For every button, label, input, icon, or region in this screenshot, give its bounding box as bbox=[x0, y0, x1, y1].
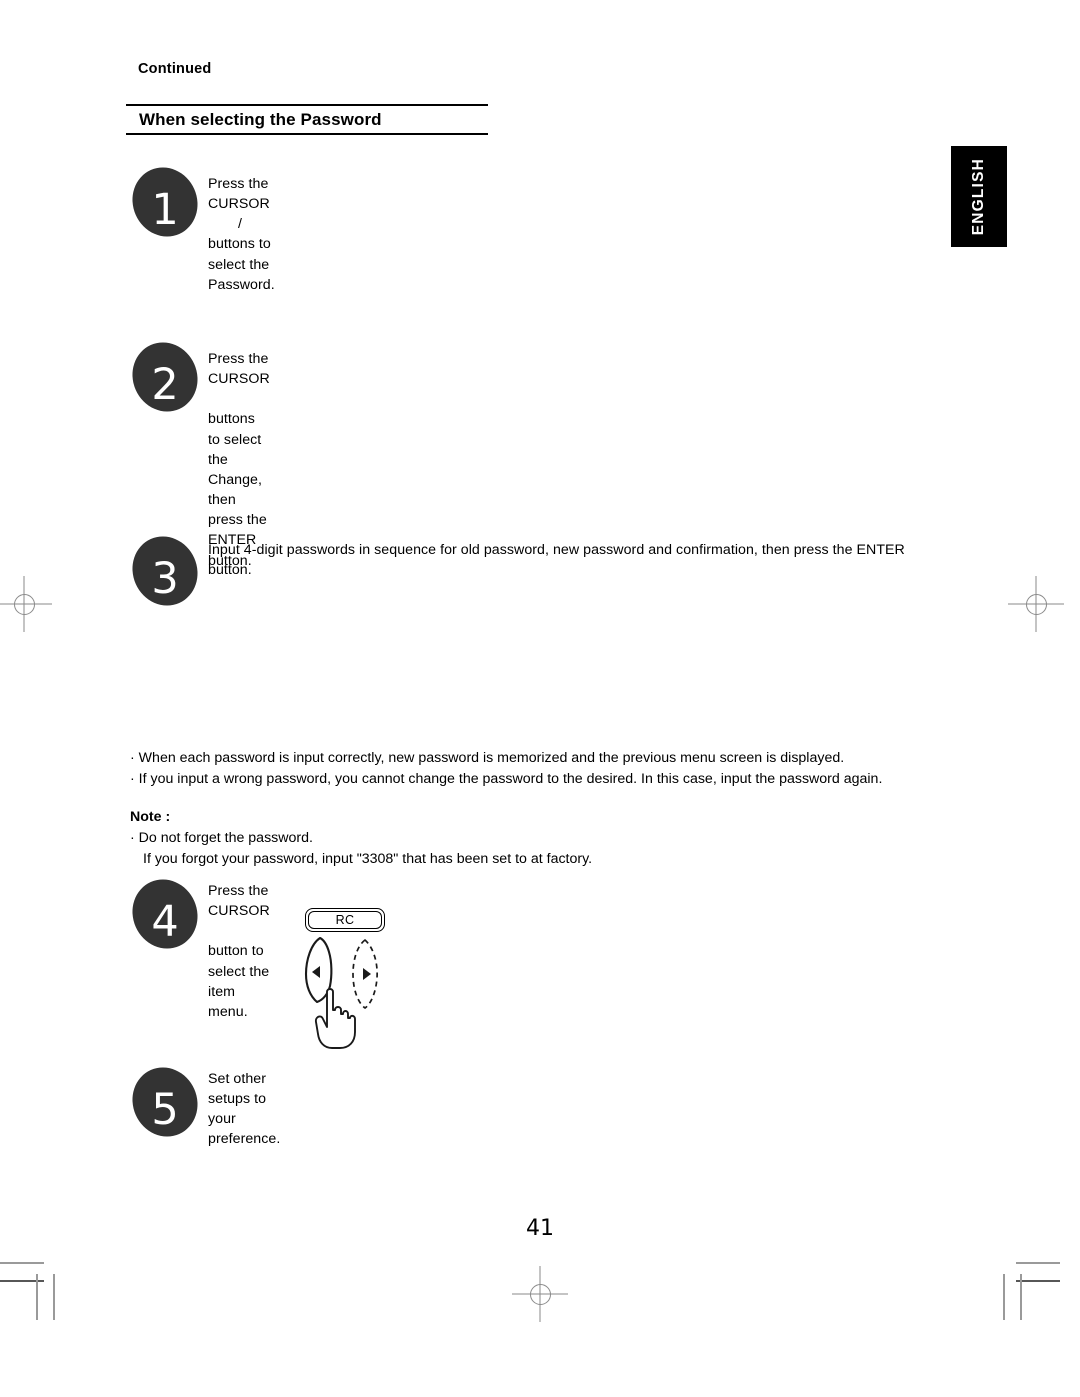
note-bullet-1: · When each password is input correctly,… bbox=[130, 750, 845, 766]
step-4-text: Press the CURSORbutton to select the ite… bbox=[208, 881, 270, 1022]
language-tab-label: ENGLISH bbox=[970, 157, 987, 236]
step-1-badge: 1 bbox=[121, 157, 209, 247]
step-2-number: 2 bbox=[151, 360, 179, 410]
step-2-text-before: Press the CURSOR bbox=[208, 351, 273, 388]
manual-page: ENGLISH Continued When selecting the Pas… bbox=[0, 0, 1080, 1397]
notes-block: · When each password is input correctly,… bbox=[130, 748, 930, 870]
crop-mark-br-v2 bbox=[1020, 1274, 1022, 1320]
step-3-text: Input 4-digit passwords in sequence for … bbox=[208, 542, 909, 579]
section-rule-bottom bbox=[126, 132, 488, 136]
step-5-badge: 5 bbox=[121, 1057, 209, 1147]
language-tab: ENGLISH bbox=[951, 146, 1007, 247]
crop-mark-bl-v2 bbox=[53, 1274, 55, 1320]
page-number: 41 bbox=[526, 1216, 554, 1241]
step-1-number: 1 bbox=[151, 185, 179, 235]
note-line-2: If you forgot your password, input "3308… bbox=[143, 851, 593, 868]
step-3-number: 3 bbox=[151, 554, 179, 604]
step-1-text-before: Press the CURSOR bbox=[208, 176, 273, 213]
registration-mark-right bbox=[1008, 576, 1064, 632]
rc-label-box: RC bbox=[305, 908, 385, 932]
rc-diagram: RC bbox=[295, 908, 415, 1050]
reg-circle bbox=[13, 593, 35, 615]
reg-circle bbox=[1025, 593, 1047, 615]
step-2-text: Press the CURSORbuttons to select the Ch… bbox=[208, 349, 270, 571]
step-4-number: 4 bbox=[151, 897, 179, 947]
step-5-number: 5 bbox=[151, 1085, 179, 1135]
step-2-badge: 2 bbox=[121, 332, 209, 422]
right-arrow-icon[interactable] bbox=[352, 939, 378, 1009]
step-1-text-after: buttons to select the Password. bbox=[208, 236, 275, 293]
crop-mark-br-h2 bbox=[1016, 1280, 1060, 1282]
step-4-text-after: button to select the item menu. bbox=[208, 943, 274, 1020]
registration-mark-left bbox=[0, 576, 52, 632]
step-5-text: Set other setups to your preference. bbox=[208, 1071, 281, 1148]
step-3-badge: 3 bbox=[121, 526, 209, 616]
section-title-block: When selecting the Password bbox=[126, 104, 488, 136]
crop-mark-br-v1 bbox=[1003, 1274, 1005, 1320]
step-4-text-before: Press the CURSOR bbox=[208, 883, 273, 920]
step-1-text: Press the CURSOR / buttons to select the P… bbox=[208, 174, 275, 295]
crop-mark-bl-h1 bbox=[0, 1262, 44, 1264]
registration-mark-bottom bbox=[512, 1266, 568, 1322]
page-title: When selecting the Password bbox=[139, 109, 382, 129]
note-bullet-2: · If you input a wrong password, you can… bbox=[130, 771, 883, 788]
reg-circle bbox=[529, 1283, 551, 1305]
rc-buttons-svg bbox=[304, 936, 378, 1049]
step-4-badge: 4 bbox=[121, 869, 209, 959]
crop-mark-br-h1 bbox=[1016, 1262, 1060, 1264]
rc-label-text: RC bbox=[335, 913, 355, 927]
continued-label: Continued bbox=[138, 61, 212, 77]
note-heading: Note : bbox=[130, 808, 171, 825]
step-1-separator: / bbox=[238, 216, 242, 233]
crop-mark-bl-v1 bbox=[36, 1274, 38, 1320]
note-line-1: · Do not forget the password. bbox=[130, 829, 313, 846]
